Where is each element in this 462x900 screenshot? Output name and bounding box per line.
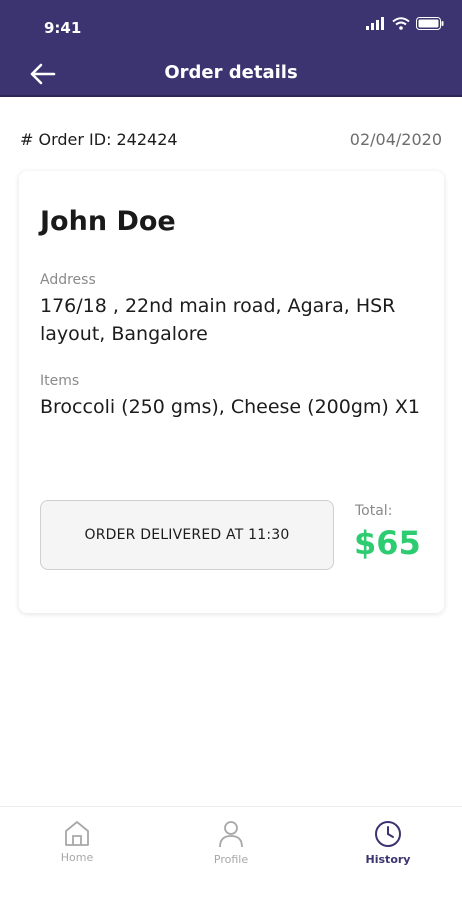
status-time: 9:41 bbox=[44, 19, 82, 37]
items-value: Broccoli (250 gms), Cheese (200gm) X1 bbox=[40, 396, 420, 418]
wifi-icon bbox=[392, 17, 410, 30]
status-icons bbox=[366, 17, 444, 30]
profile-icon bbox=[219, 821, 243, 848]
address-label: Address bbox=[40, 272, 96, 288]
items-label: Items bbox=[40, 373, 80, 389]
signal-icon bbox=[366, 17, 384, 30]
tab-home[interactable]: Home bbox=[27, 819, 127, 864]
bottom-tab-bar: Home Profile History bbox=[0, 806, 462, 900]
address-value: 176/18 , 22nd main road, Agara, HSR layo… bbox=[40, 295, 396, 345]
delivery-status-box: ORDER DELIVERED AT 11:30 bbox=[40, 500, 334, 570]
customer-name: John Doe bbox=[40, 206, 176, 237]
order-id: # Order ID: 242424 bbox=[20, 130, 178, 149]
tab-history[interactable]: History bbox=[338, 819, 438, 866]
order-id-value: 242424 bbox=[116, 130, 178, 149]
total-label: Total: bbox=[355, 503, 393, 519]
tab-history-label: History bbox=[365, 853, 411, 866]
order-meta-row: # Order ID: 242424 02/04/2020 bbox=[20, 130, 442, 149]
battery-icon bbox=[416, 17, 444, 30]
tab-home-label: Home bbox=[60, 851, 94, 864]
history-icon bbox=[375, 821, 401, 847]
order-id-prefix: # Order ID: bbox=[20, 130, 112, 149]
order-date: 02/04/2020 bbox=[349, 130, 442, 149]
order-card: John Doe Address 176/18 , 22nd main road… bbox=[19, 171, 444, 613]
tab-profile-label: Profile bbox=[213, 853, 249, 866]
tab-profile[interactable]: Profile bbox=[181, 819, 281, 866]
app-header: 9:41 Order details bbox=[0, 0, 462, 97]
page-title: Order details bbox=[164, 62, 298, 83]
home-icon bbox=[65, 821, 89, 846]
total-amount: $65 bbox=[354, 524, 421, 562]
